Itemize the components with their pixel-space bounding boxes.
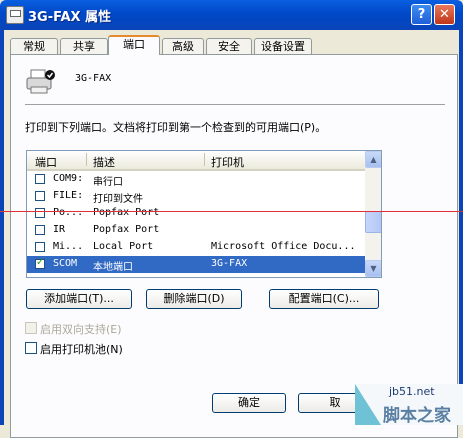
configure-port-button[interactable]: 配置端口(C)... [269,289,379,309]
site-watermark: jb51.net 脚本之家 [355,384,463,426]
port-name: IR [53,224,66,235]
port-row[interactable]: FILE: 打印到文件 [27,188,365,205]
port-name: Po... [53,207,84,218]
port-checkbox[interactable] [35,208,45,218]
red-guide-line [0,211,463,212]
port-row[interactable]: COM9: 串行口 [27,171,365,188]
port-description: Popfax Port [93,207,160,218]
port-checkbox-checked[interactable] [35,257,45,269]
watermark-corner [355,384,381,425]
printer-pooling-checkbox[interactable] [25,342,37,354]
scroll-up-button[interactable]: ▲ [365,151,381,168]
scroll-down-button[interactable]: ▼ [365,260,381,277]
scroll-thumb[interactable] [365,211,381,233]
window-frame-right [459,30,463,425]
tab-general[interactable]: 常规 [10,38,58,54]
port-checkbox[interactable] [35,191,45,201]
column-header-port[interactable]: 端口 [35,154,57,170]
port-checkbox[interactable] [35,225,45,235]
tab-device-settings[interactable]: 设备设置 [254,38,312,54]
port-description: 打印到文件 [93,194,143,205]
ports-list[interactable]: 端口 描述 打印机 COM9: 串行口 FILE: 打印到文件 Po... Po… [26,150,382,278]
title-bar[interactable]: 3G-FAX 属性 ? ✕ [0,0,463,30]
port-name: FILE: [53,190,84,201]
printer-icon [26,69,55,94]
window-title: 3G-FAX 属性 [28,10,112,25]
port-name: COM9: [53,173,84,184]
tab-advanced[interactable]: 高级 [162,38,204,54]
tab-sharing[interactable]: 共享 [60,38,108,54]
ports-list-header: 端口 描述 打印机 [27,151,365,171]
column-divider[interactable] [86,153,87,166]
watermark-domain: jb51.net [389,385,435,398]
port-printer: 3G-FAX [211,258,248,269]
port-printer: Microsoft Office Docu... [211,241,356,252]
port-description: Local Port [93,241,154,252]
ports-description: 打印到下列端口。文档将打印到第一个检查到的可用端口(P)。 [25,121,327,134]
port-name: SCOM [53,258,78,269]
port-description: 本地端口 [93,262,133,273]
window-frame-left [0,30,4,425]
port-checkbox[interactable] [35,174,45,184]
port-row[interactable]: Po... Popfax Port [27,205,365,222]
add-port-button[interactable]: 添加端口(T)... [26,289,132,309]
port-row[interactable]: Mi... Local Port Microsoft Office Docu..… [27,239,365,256]
ok-button[interactable]: 确定 [212,393,286,413]
printer-pooling-label: 启用打印机池(N) [40,343,123,356]
port-row[interactable]: IR Popfax Port [27,222,365,239]
delete-port-button[interactable]: 删除端口(D) [146,289,242,309]
watermark-site-name: 脚本之家 [383,406,451,426]
tab-ports[interactable]: 端口 [108,35,160,55]
port-name: Mi... [53,241,84,252]
help-button[interactable]: ? [411,4,432,25]
ports-list-scrollbar[interactable]: ▲ ▼ [365,151,381,277]
bidirectional-support-label: 启用双向支持(E) [40,323,122,336]
printer-properties-icon [6,6,24,24]
separator [25,104,445,105]
printer-name: 3G-FAX [75,73,112,84]
port-description: 串行口 [93,177,123,188]
port-checkbox[interactable] [35,242,45,252]
bidirectional-support-checkbox[interactable] [25,322,37,334]
port-row-selected[interactable]: SCOM 本地端口 3G-FAX [27,256,365,273]
column-header-description[interactable]: 描述 [93,154,115,170]
column-header-printer[interactable]: 打印机 [211,154,244,170]
column-divider[interactable] [204,153,205,166]
close-button[interactable]: ✕ [434,4,455,25]
port-description: Popfax Port [93,224,160,235]
tab-security[interactable]: 安全 [206,38,252,54]
